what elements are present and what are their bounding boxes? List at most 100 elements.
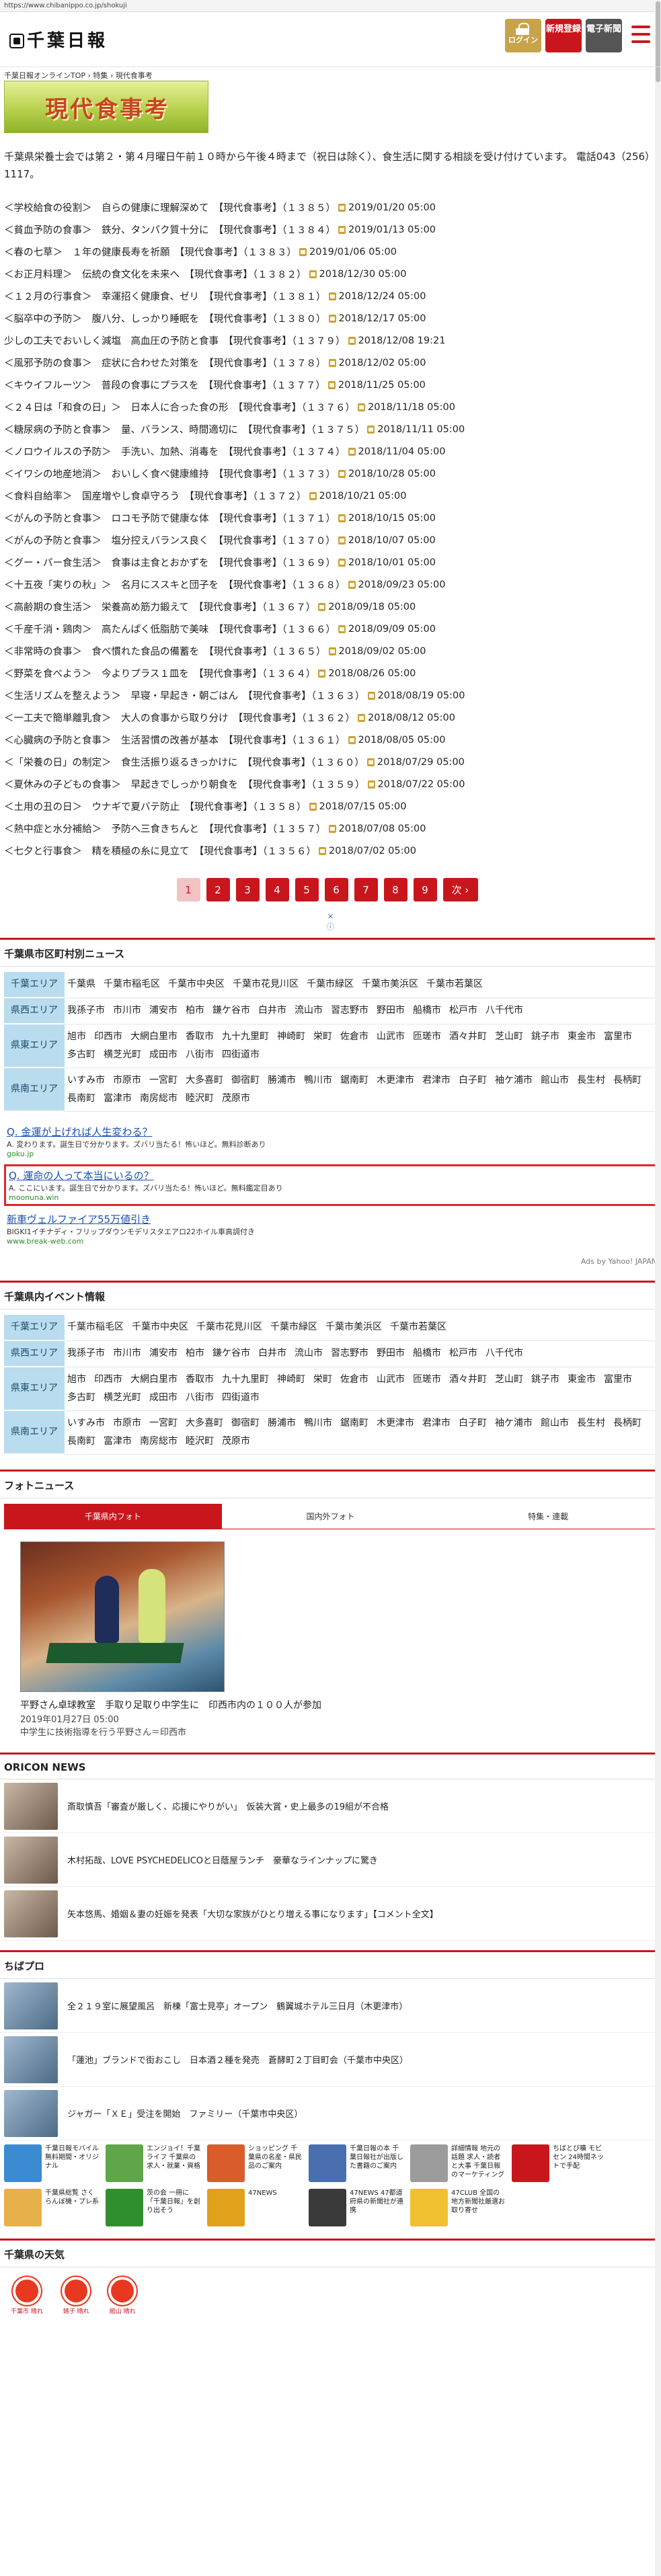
- city-link[interactable]: 銚子市: [531, 1028, 559, 1046]
- article-link[interactable]: ＜夏休みの子どもの食事＞ 早起きでしっかり朝食を 【現代食事考】（１３５９）: [4, 777, 365, 791]
- city-link[interactable]: 大多喜町: [186, 1414, 223, 1433]
- city-link[interactable]: 東金市: [568, 1028, 596, 1046]
- service-banner[interactable]: 茨の会 一冊に「千葉日報」を創り出そう: [106, 2189, 202, 2230]
- city-link[interactable]: 富津市: [104, 1090, 132, 1108]
- news-item[interactable]: 「蓮池」ブランドで街おこし 日本酒２種を発売 蒼酵町２丁目町会（千葉市中央区）: [0, 2033, 661, 2087]
- news-thumbnail[interactable]: [4, 2036, 58, 2083]
- ad-item[interactable]: 新車ヴェルファイア55万値引き BIGKI1イチナディ・フリップダウンモデリスタエ…: [4, 1210, 657, 1248]
- city-link[interactable]: 大網白里市: [130, 1028, 178, 1046]
- city-link[interactable]: いすみ市: [67, 1414, 105, 1433]
- city-link[interactable]: 富里市: [604, 1371, 632, 1389]
- news-item[interactable]: 斎取慎吾「審査が厳しく、応援にやりがい」 仮装大賞・史上最多の19組が不合格: [0, 1779, 661, 1833]
- city-link[interactable]: 鋸南町: [340, 1414, 368, 1433]
- ad-title[interactable]: Q. 金運が上げれば人生変わる？: [7, 1125, 654, 1139]
- ad-url[interactable]: www.break-web.com: [7, 1237, 654, 1246]
- city-link[interactable]: 長南町: [67, 1433, 95, 1451]
- login-button[interactable]: ログイン: [505, 19, 541, 52]
- service-banner[interactable]: エンジョイ！千葉ライフ 千葉県の求人・就業・資格: [106, 2144, 202, 2186]
- city-link[interactable]: 香取市: [186, 1028, 214, 1046]
- news-title[interactable]: 「蓮池」ブランドで街おこし 日本酒２種を発売 蒼酵町２丁目町会（千葉市中央区）: [67, 2053, 408, 2066]
- service-banner[interactable]: ちばとび嚝 モビセン 24時間ネットで手配: [512, 2144, 608, 2186]
- city-link[interactable]: 九十九里町: [222, 1371, 269, 1389]
- service-banner[interactable]: 千葉県総覧 さくらんぼ機・プレ系: [4, 2189, 100, 2230]
- city-link[interactable]: 我孫子市: [67, 1002, 105, 1020]
- city-link[interactable]: 館山市: [541, 1414, 569, 1433]
- city-link[interactable]: 長南町: [67, 1090, 95, 1108]
- city-link[interactable]: 山武市: [377, 1028, 405, 1046]
- city-link[interactable]: 千葉市中央区: [132, 1318, 188, 1336]
- city-link[interactable]: 袖ケ浦市: [495, 1414, 533, 1433]
- city-link[interactable]: 佐倉市: [340, 1371, 368, 1389]
- city-link[interactable]: 一宮町: [149, 1414, 178, 1433]
- city-link[interactable]: 九十九里町: [222, 1028, 269, 1046]
- city-link[interactable]: 大網白里市: [130, 1371, 178, 1389]
- city-link[interactable]: 船橋市: [413, 1344, 441, 1363]
- article-link[interactable]: ＜心臓病の予防と食事＞ 生活習慣の改善が基本 【現代食事考】（１３６１）: [4, 733, 346, 747]
- city-link[interactable]: 芝山町: [495, 1028, 523, 1046]
- article-link[interactable]: ＜キウイフルーツ＞ 普段の食事にプラスを 【現代食事考】（１３７７）: [4, 378, 325, 392]
- city-link[interactable]: 千葉市若葉区: [426, 975, 483, 994]
- city-link[interactable]: 君津市: [422, 1414, 451, 1433]
- city-link[interactable]: 勝浦市: [268, 1414, 296, 1433]
- service-banner[interactable]: 47NEWS 47都道府県の新聞社が連携: [309, 2189, 405, 2230]
- article-link[interactable]: ＜七夕と行事食＞ 精を積極の糸に見立て 【現代食事考】（１３５６）: [4, 844, 316, 858]
- service-banner[interactable]: 千葉日報の本 千葉日報社が出版した書籍のご案内: [309, 2144, 405, 2186]
- city-link[interactable]: 木更津市: [377, 1414, 414, 1433]
- article-link[interactable]: ＜食料自給率＞ 国産増やし食卓守ろう 【現代食事考】（１３７２）: [4, 489, 307, 503]
- article-link[interactable]: ＜がんの予防と食事＞ ロコモ予防で健康な体 【現代食事考】（１３７１）: [4, 511, 336, 525]
- city-link[interactable]: 印西市: [94, 1028, 122, 1046]
- page-link[interactable]: 5: [295, 878, 319, 901]
- article-link[interactable]: ＜熱中症と水分補給＞ 予防へ三食きちんと 【現代食事考】（１３５７）: [4, 821, 326, 836]
- news-title[interactable]: 矢本悠馬、婚姻＆妻の妊娠を発表「大切な家族がひとり増える事になります」【コメント…: [67, 1907, 438, 1920]
- city-link[interactable]: 千葉市若葉区: [390, 1318, 446, 1336]
- article-link[interactable]: ＜高齢期の食生活＞ 栄養高め筋力鍛えて 【現代食事考】（１３６７）: [4, 600, 315, 614]
- article-link[interactable]: ＜イワシの地産地消＞ おいしく食べ健康維持 【現代食事考】（１３７３）: [4, 467, 336, 481]
- city-link[interactable]: 東金市: [568, 1371, 596, 1389]
- ad-url[interactable]: moonuna.win: [9, 1193, 652, 1202]
- city-link[interactable]: 八街市: [186, 1389, 214, 1407]
- service-banner[interactable]: 47NEWS: [207, 2189, 303, 2230]
- article-link[interactable]: ＜一工夫で簡単離乳食＞ 大人の食事から取り分け 【現代食事考】（１３６２）: [4, 711, 355, 725]
- city-link[interactable]: 君津市: [422, 1072, 451, 1090]
- news-thumbnail[interactable]: [4, 1782, 58, 1830]
- article-link[interactable]: ＜がんの予防と食事＞ 塩分控えバランス良く 【現代食事考】（１３７０）: [4, 533, 336, 547]
- news-title[interactable]: 木村拓哉、LOVE PSYCHEDELICOと日蔭屋ランチ 豪華なラインナップに…: [67, 1853, 378, 1866]
- city-link[interactable]: 千葉市中央区: [168, 975, 225, 994]
- breadcrumb[interactable]: 千葉日報オンラインTOP › 特集 › 現代食事考: [0, 67, 661, 81]
- city-link[interactable]: 鎌ケ谷市: [212, 1344, 250, 1363]
- city-link[interactable]: 山武市: [377, 1371, 405, 1389]
- city-link[interactable]: 神崎町: [277, 1371, 305, 1389]
- news-item[interactable]: 木村拓哉、LOVE PSYCHEDELICOと日蔭屋ランチ 豪華なラインナップに…: [0, 1833, 661, 1887]
- city-link[interactable]: 匝瑳市: [413, 1371, 441, 1389]
- page-link[interactable]: 2: [206, 878, 230, 901]
- city-link[interactable]: 茂原市: [222, 1433, 250, 1451]
- city-link[interactable]: 富里市: [604, 1028, 632, 1046]
- city-link[interactable]: 多古町: [67, 1389, 95, 1407]
- city-link[interactable]: 睦沢町: [186, 1090, 214, 1108]
- city-link[interactable]: 芝山町: [495, 1371, 523, 1389]
- city-link[interactable]: 印西市: [94, 1371, 122, 1389]
- article-link[interactable]: ＜「栄養の日」の制定＞ 食生活振り返るきっかけに 【現代食事考】（１３６０）: [4, 755, 364, 769]
- city-link[interactable]: 千葉市花見川区: [196, 1318, 262, 1336]
- news-thumbnail[interactable]: [4, 1836, 58, 1884]
- city-link[interactable]: 横芝光町: [104, 1046, 141, 1064]
- city-link[interactable]: 白井市: [258, 1002, 286, 1020]
- city-link[interactable]: 富津市: [104, 1433, 132, 1451]
- city-link[interactable]: 勝浦市: [268, 1072, 296, 1090]
- adchoices-icon[interactable]: ✕ ⓘ: [0, 912, 661, 932]
- city-link[interactable]: 佐倉市: [340, 1028, 368, 1046]
- city-link[interactable]: 長柄町: [613, 1414, 641, 1433]
- city-link[interactable]: 白井市: [258, 1344, 286, 1363]
- news-thumbnail[interactable]: [4, 2089, 58, 2137]
- city-link[interactable]: 八千代市: [485, 1344, 523, 1363]
- article-link[interactable]: ＜２４日は「和食の日」＞ 日本人に合った食の形 【現代食事考】（１３７６）: [4, 400, 355, 414]
- city-link[interactable]: 四街道市: [222, 1389, 260, 1407]
- city-link[interactable]: 白子町: [459, 1072, 487, 1090]
- article-link[interactable]: ＜貧血予防の食事＞ 鉄分、タンパク質十分に 【現代食事考】（１３８４）: [4, 223, 336, 237]
- city-link[interactable]: 習志野市: [331, 1002, 368, 1020]
- article-link[interactable]: ＜非常時の食事＞ 食べ慣れた食品の備蓄を 【現代食事考】（１３６５）: [4, 644, 326, 658]
- city-link[interactable]: 多古町: [67, 1046, 95, 1064]
- city-link[interactable]: 長柄町: [613, 1072, 641, 1090]
- site-logo[interactable]: 千葉日報: [9, 27, 108, 52]
- news-title[interactable]: 斎取慎吾「審査が厳しく、応援にやりがい」 仮装大賞・史上最多の19組が不合格: [67, 1800, 389, 1812]
